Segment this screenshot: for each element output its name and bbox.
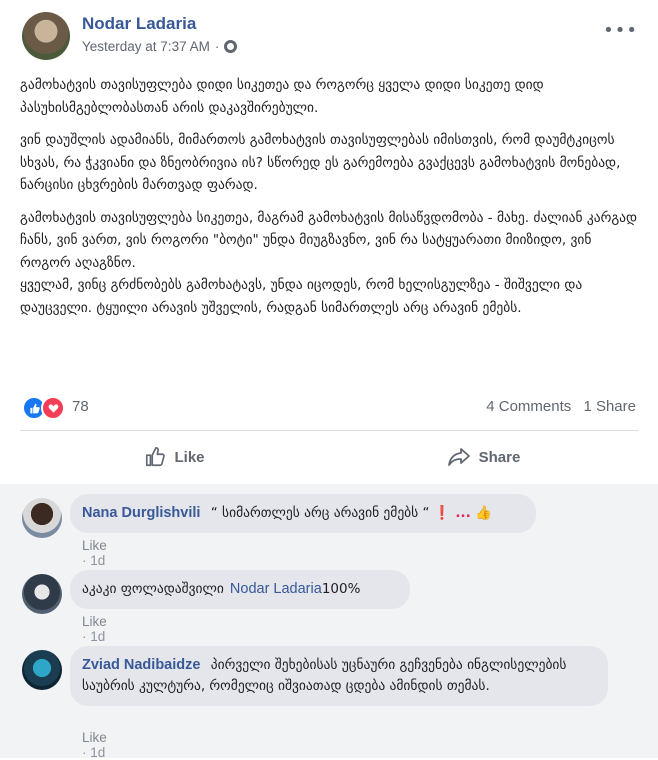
post-paragraph: გამოხატვის თავისუფლება დიდი სიკეთეა და რ…: [20, 77, 544, 116]
love-reaction-icon: [41, 396, 65, 420]
post-meta: Yesterday at 7:37 AM ·: [82, 39, 238, 54]
comment-text: 100%: [321, 581, 361, 597]
comment-like-link[interactable]: Like: [82, 614, 107, 629]
comment-emoji: ❗ ... 👍: [433, 505, 493, 521]
reaction-icons[interactable]: [22, 396, 65, 420]
comment-sep: ·: [82, 553, 87, 568]
commenter-avatar[interactable]: [22, 498, 62, 538]
post-stats: 4 Comments 1 Share: [478, 398, 636, 415]
like-button-label: Like: [174, 448, 205, 466]
commenter-name[interactable]: აკაკი ფოლადაშვილი: [82, 581, 224, 597]
comments-count[interactable]: 4 Comments: [486, 398, 571, 415]
author-avatar[interactable]: [22, 12, 70, 60]
comment-actions: Like · 1d: [82, 730, 107, 760]
post-timestamp[interactable]: Yesterday at 7:37 AM: [82, 39, 210, 54]
mention-link[interactable]: Nodar Ladaria: [230, 581, 322, 597]
shares-count[interactable]: 1 Share: [583, 398, 636, 415]
comment-actions: Like · 1d: [82, 614, 107, 644]
comment-sep: ·: [82, 629, 87, 644]
share-arrow-icon: [447, 448, 470, 466]
comment-bubble: აკაკი ფოლადაშვილი Nodar Ladaria100%: [70, 570, 410, 609]
comment-actions: Like · 1d: [82, 538, 107, 568]
post-paragraph: ვინ დაუშლის ადამიანს, მიმართოს გამოხატვი…: [20, 132, 621, 193]
post-card: Nodar Ladaria Yesterday at 7:37 AM · •••…: [0, 0, 658, 760]
reactions-bar: 78 4 Comments 1 Share: [22, 396, 636, 420]
share-button-label: Share: [478, 448, 521, 466]
comment-like-link[interactable]: Like: [82, 730, 107, 745]
comment-like-link[interactable]: Like: [82, 538, 107, 553]
commenter-name[interactable]: Nana Durglishvili: [82, 505, 200, 521]
comment-bubble: Nana Durglishvili “ სიმართლეს არც არავინ…: [70, 494, 536, 533]
commenter-name[interactable]: Zviad Nadibaidze: [82, 657, 200, 673]
commenter-avatar[interactable]: [22, 574, 62, 614]
post-actions: Like Share: [20, 440, 638, 474]
commenter-avatar[interactable]: [22, 650, 62, 690]
post-header: Nodar Ladaria Yesterday at 7:37 AM · •••: [22, 12, 642, 62]
divider: [20, 430, 638, 431]
post-paragraph: გამოხატვის თავისუფლება სიკეთეა, მაგრამ გ…: [20, 209, 638, 316]
more-options-icon[interactable]: •••: [603, 20, 638, 41]
share-button[interactable]: Share: [329, 440, 638, 474]
globe-icon[interactable]: [224, 40, 238, 53]
thumbs-up-icon: [146, 447, 166, 467]
meta-separator: ·: [214, 39, 220, 54]
author-name[interactable]: Nodar Ladaria: [82, 14, 196, 34]
post-body: გამოხატვის თავისუფლება დიდი სიკეთეა და რ…: [20, 74, 640, 329]
comment-text: “ სიმართლეს არც არავინ ემებს “: [210, 505, 430, 521]
comments-section: Nana Durglishvili “ სიმართლეს არც არავინ…: [0, 484, 658, 760]
comment-bubble: Zviad Nadibaidze პირველი შეხებისას უცნაუ…: [70, 646, 608, 706]
reaction-count[interactable]: 78: [72, 398, 89, 415]
comment-time[interactable]: 1d: [90, 553, 105, 568]
comment-time[interactable]: 1d: [90, 629, 105, 644]
like-button[interactable]: Like: [20, 440, 329, 474]
